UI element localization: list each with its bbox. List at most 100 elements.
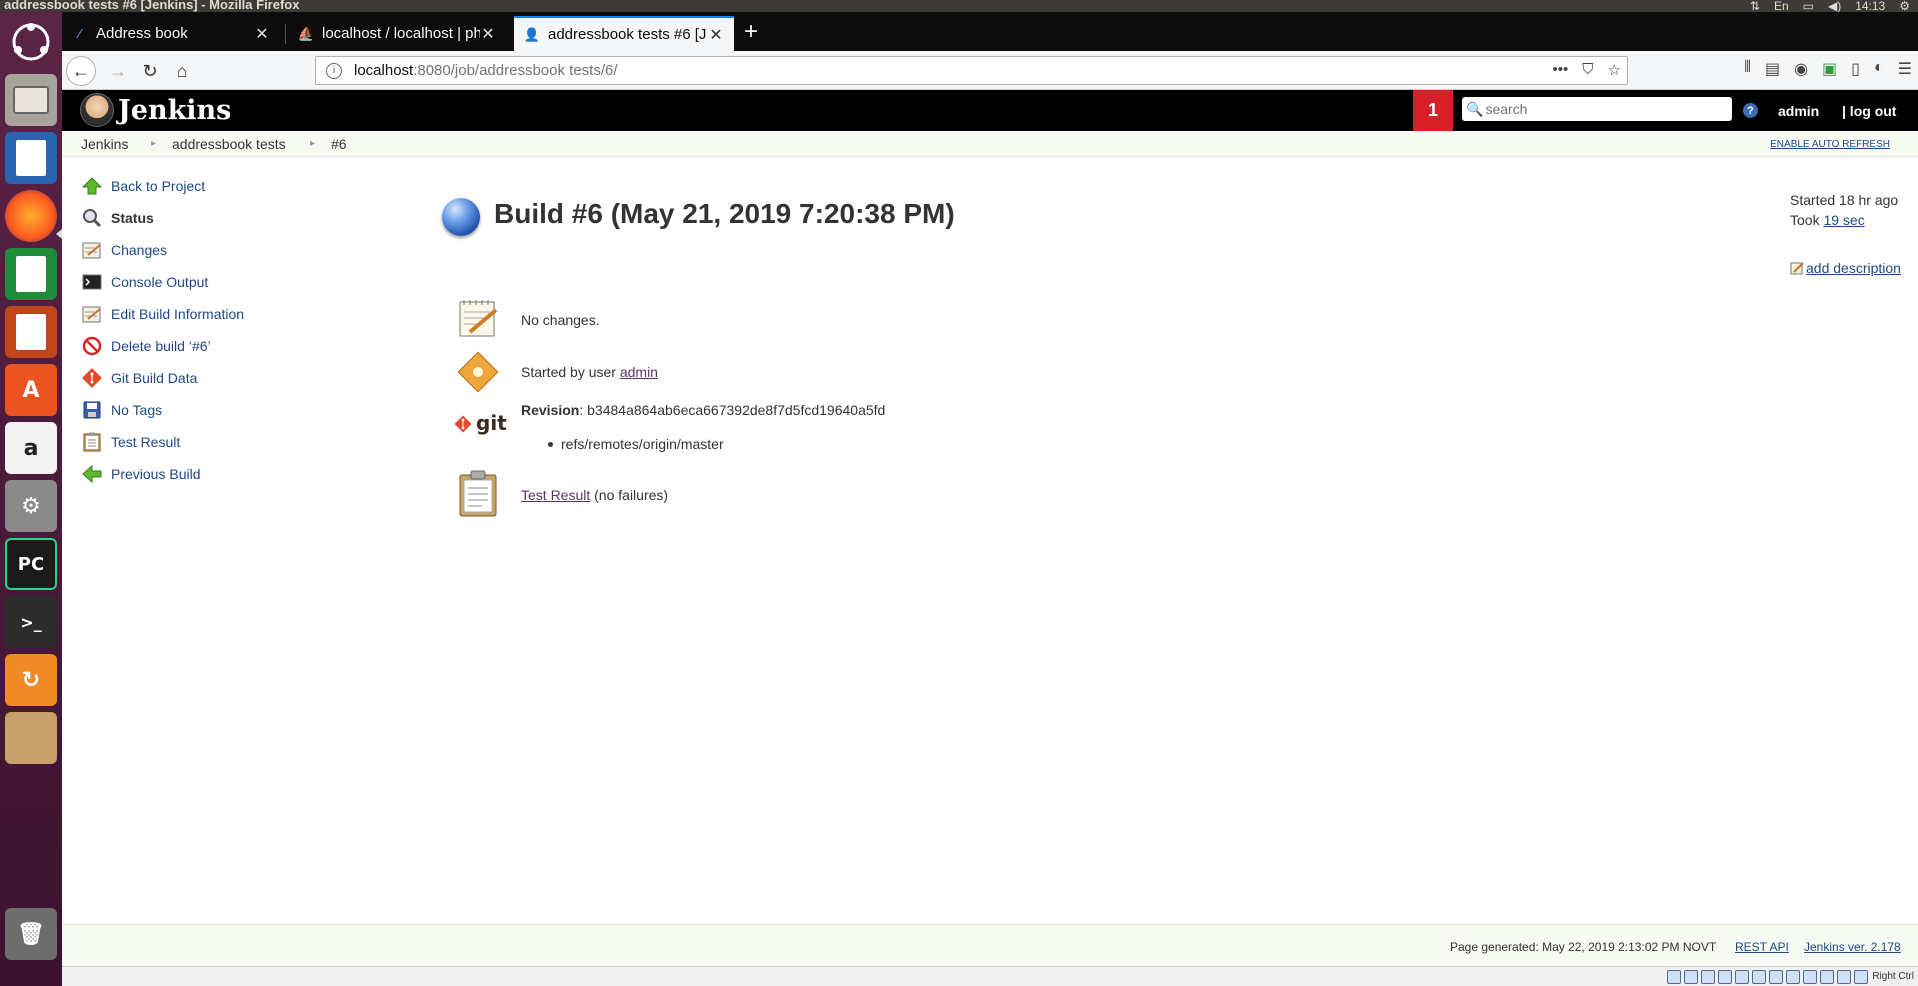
software-center-icon[interactable]: A [5, 364, 57, 416]
reload-icon[interactable]: ↻ [138, 59, 162, 83]
home-icon[interactable]: ⌂ [170, 59, 194, 83]
search-input[interactable] [1485, 101, 1726, 117]
volume-icon[interactable]: ◀) [1828, 0, 1841, 12]
started-by-user-link[interactable]: admin [620, 364, 658, 380]
settings-gear-icon[interactable]: ⚙ [1899, 0, 1910, 12]
network-adapter-icon[interactable] [1718, 970, 1732, 984]
menu-hamburger-icon[interactable]: ☰ [1898, 59, 1912, 79]
language-indicator[interactable]: En [1774, 0, 1789, 12]
logout-link[interactable]: | log out [1842, 103, 1896, 119]
task-delete-build[interactable]: Delete build ‘#6’ [81, 336, 211, 356]
pocket-icon[interactable]: ⛉ [1582, 61, 1593, 79]
network-icon[interactable]: ⇅ [1750, 0, 1760, 12]
back-arrow-icon[interactable]: ← [66, 56, 96, 86]
jenkins-favicon-icon: 👤 [523, 26, 541, 42]
url-path: :8080/job/addressbook tests/6/ [413, 62, 618, 79]
host-key-label: Right Ctrl [1872, 971, 1914, 982]
task-back-to-project[interactable]: Back to Project [81, 176, 205, 196]
extension-account-icon[interactable]: ◐ [1874, 59, 1884, 79]
files-icon[interactable] [5, 74, 57, 126]
close-tab-icon[interactable]: ✕ [254, 24, 270, 44]
jenkins-logo[interactable]: Jenkins [80, 93, 231, 127]
search-box[interactable]: 🔍 [1462, 97, 1732, 121]
extension-eye-icon[interactable]: ◉ [1794, 59, 1808, 79]
user-cause-icon [456, 350, 500, 394]
archive-icon[interactable] [5, 712, 57, 764]
usb-icon[interactable] [1735, 970, 1749, 984]
close-tab-icon[interactable]: ✕ [708, 25, 724, 45]
task-status[interactable]: Status [81, 208, 154, 228]
test-result: Test Result (no failures) [521, 487, 668, 503]
rest-api-link[interactable]: REST API [1735, 940, 1789, 954]
video-capture-icon[interactable] [1786, 970, 1800, 984]
terminal-icon[interactable]: >_ [5, 596, 57, 648]
jenkins-header: Jenkins 1 🔍 ? admin | log out [62, 90, 1918, 131]
test-result-link[interactable]: Test Result [521, 487, 590, 503]
jenkins-version-link[interactable]: Jenkins ver. 2.178 [1804, 940, 1901, 954]
keyboard-capture-icon[interactable] [1854, 970, 1868, 984]
breadcrumb-job[interactable]: addressbook tests [172, 136, 286, 152]
ubuntu-dash-icon[interactable] [5, 16, 57, 68]
trash-icon[interactable]: 🗑 [5, 908, 57, 960]
tab-label: localhost / localhost | ph [322, 25, 480, 42]
close-tab-icon[interactable]: ✕ [480, 24, 496, 44]
breadcrumb-build[interactable]: #6 [331, 136, 347, 152]
started-by-prefix: Started by user [521, 364, 620, 380]
firefox-icon[interactable] [5, 190, 57, 242]
took-duration-link[interactable]: 19 sec [1823, 212, 1864, 228]
shared-folder-icon[interactable] [1752, 970, 1766, 984]
extension-doc-icon[interactable]: ▯ [1851, 59, 1860, 79]
task-test-result[interactable]: Test Result [81, 432, 180, 452]
task-git-build-data[interactable]: Git Build Data [81, 368, 197, 388]
page-actions-icon[interactable]: ••• [1553, 61, 1569, 79]
notification-badge[interactable]: 1 [1413, 90, 1453, 131]
task-console-output[interactable]: Console Output [81, 272, 208, 292]
user-link[interactable]: admin [1778, 103, 1819, 119]
cpu-icon[interactable] [1820, 970, 1834, 984]
task-label: Previous Build [111, 466, 201, 482]
help-icon[interactable]: ? [1743, 103, 1758, 118]
forward-arrow-icon[interactable]: → [106, 59, 130, 83]
mouse-integration-icon[interactable] [1837, 970, 1851, 984]
library-icon[interactable]: ⫴ [1744, 59, 1751, 79]
clock[interactable]: 14:13 [1855, 0, 1885, 12]
display-icon[interactable] [1769, 970, 1783, 984]
tab-jenkins-build[interactable]: 👤 addressbook tests #6 [J ✕ [514, 16, 734, 51]
pycharm-icon[interactable]: PC [5, 538, 57, 590]
enable-auto-refresh-link[interactable]: ENABLE AUTO REFRESH [1770, 139, 1890, 150]
task-previous-build[interactable]: Previous Build [81, 464, 201, 484]
recording-icon[interactable] [1803, 970, 1817, 984]
url-bar[interactable]: i localhost:8080/job/addressbook tests/6… [315, 56, 1628, 85]
calc-icon[interactable] [5, 248, 57, 300]
breadcrumb-jenkins[interactable]: Jenkins [81, 136, 128, 152]
backup-tool-icon[interactable]: ↻ [5, 654, 57, 706]
task-label: Changes [111, 242, 168, 258]
ubuntu-launcher: A a ⚙ PC >_ ↻ 🗑 [0, 12, 62, 986]
task-changes[interactable]: Changes [81, 240, 167, 260]
audio-icon[interactable] [1701, 970, 1715, 984]
optical-drive-icon[interactable] [1684, 970, 1698, 984]
phpmyadmin-favicon-icon: ⛵ [297, 25, 315, 41]
writer-icon[interactable] [5, 132, 57, 184]
add-description-link[interactable]: add description [1790, 260, 1901, 276]
active-indicator [56, 229, 62, 239]
browser-tab-bar: ⁄ Address book ✕ ⛵ localhost / localhost… [62, 12, 1918, 51]
new-tab-plus-icon[interactable]: + [744, 20, 758, 44]
tab-address-book[interactable]: ⁄ Address book ✕ [62, 16, 280, 51]
browser-nav-bar: ← → ↻ ⌂ i localhost:8080/job/addressbook… [62, 51, 1918, 90]
impress-icon[interactable] [5, 306, 57, 358]
extension-green-icon[interactable]: ▣ [1822, 59, 1837, 79]
sidebar-toggle-icon[interactable]: ▤ [1765, 59, 1780, 79]
edit-pencil-icon [1790, 262, 1804, 275]
hdd-icon[interactable] [1667, 970, 1681, 984]
battery-icon[interactable]: ▭ [1803, 0, 1814, 12]
site-info-icon[interactable]: i [326, 62, 342, 79]
system-settings-icon[interactable]: ⚙ [5, 480, 57, 532]
page-title: Build #6 (May 21, 2019 7:20:38 PM) [494, 198, 955, 229]
amazon-icon[interactable]: a [5, 422, 57, 474]
notepad-icon [81, 304, 103, 324]
bookmark-star-icon[interactable]: ☆ [1608, 61, 1621, 79]
task-no-tags[interactable]: No Tags [81, 400, 162, 420]
tab-phpmyadmin[interactable]: ⛵ localhost / localhost | ph ✕ [288, 16, 506, 51]
task-edit-build-information[interactable]: Edit Build Information [81, 304, 244, 324]
